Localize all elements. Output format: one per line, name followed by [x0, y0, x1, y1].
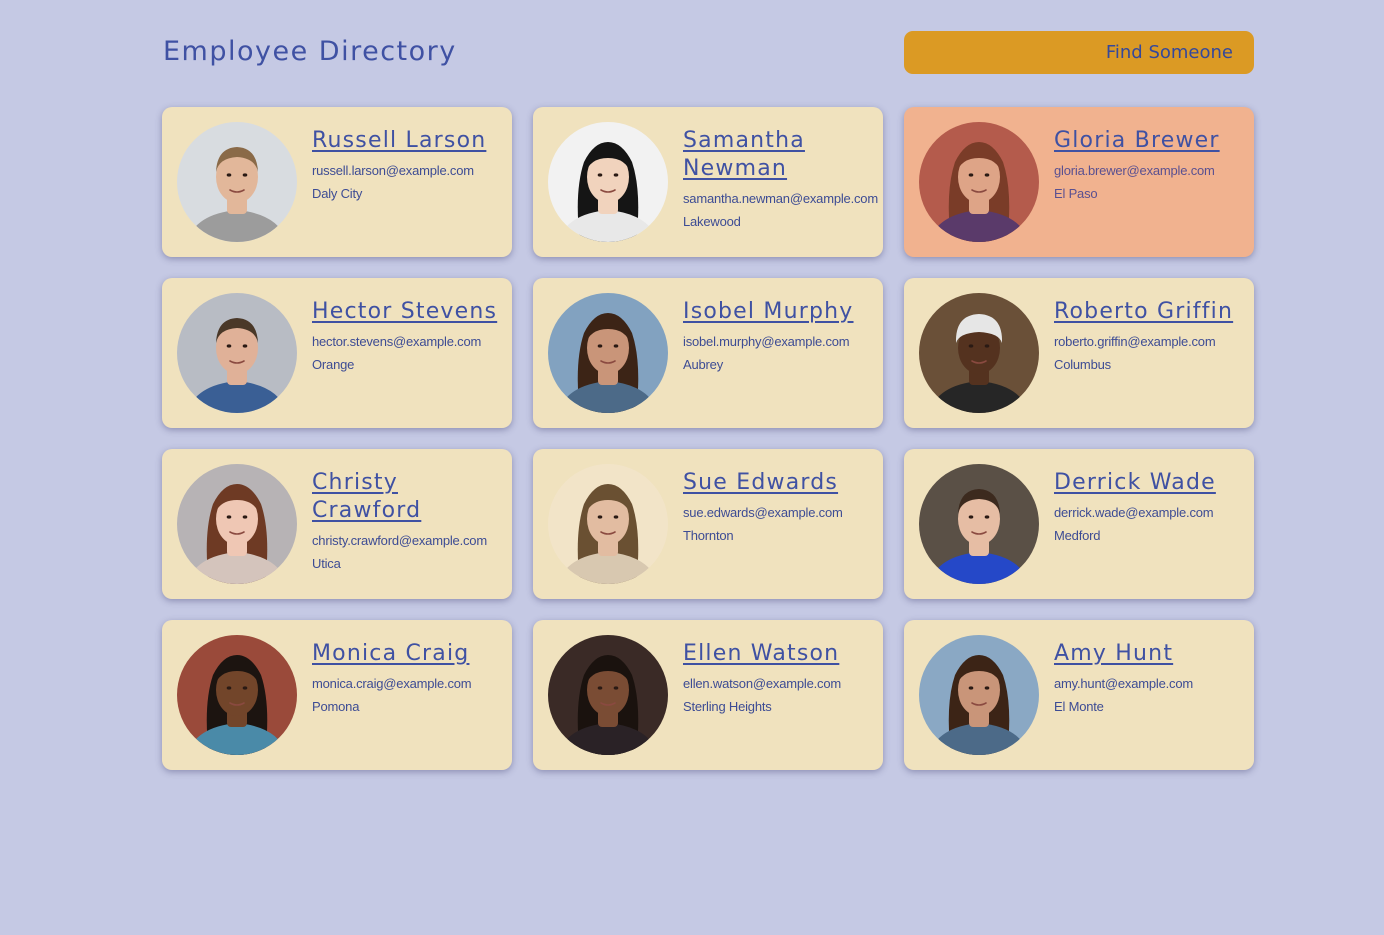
avatar — [919, 464, 1039, 584]
employee-city: Daly City — [312, 186, 363, 201]
employee-email: amy.hunt@example.com — [1054, 676, 1194, 691]
employee-name-link[interactable]: Monica Craig — [312, 640, 512, 668]
employee-city: El Paso — [1054, 186, 1098, 201]
employee-email: hector.stevens@example.com — [312, 334, 482, 349]
employee-info: Roberto Griffin roberto.griffin@example.… — [1054, 298, 1254, 376]
employee-name-link[interactable]: Sue Edwards — [683, 469, 883, 497]
avatar — [177, 464, 297, 584]
employee-info: Christy Crawford christy.crawford@exampl… — [312, 469, 512, 575]
employee-card: Hector Stevens hector.stevens@example.co… — [162, 278, 512, 428]
avatar-portrait — [919, 122, 1039, 242]
employee-city: Thornton — [683, 528, 734, 543]
employee-name-link[interactable]: Hector Stevens — [312, 298, 512, 326]
employee-info: Samantha Newman samantha.newman@example.… — [683, 127, 883, 233]
employee-name-link[interactable]: Gloria Brewer — [1054, 127, 1254, 155]
avatar — [548, 293, 668, 413]
employee-name-link[interactable]: Christy Crawford — [312, 469, 512, 525]
employee-name-link[interactable]: Isobel Murphy — [683, 298, 883, 326]
avatar — [919, 122, 1039, 242]
employee-info: Gloria Brewer gloria.brewer@example.com … — [1054, 127, 1254, 205]
avatar-portrait — [177, 464, 297, 584]
employee-info: Monica Craig monica.craig@example.com Po… — [312, 640, 512, 718]
employee-email: samantha.newman@example.com — [683, 191, 878, 206]
avatar-portrait — [177, 122, 297, 242]
avatar — [177, 293, 297, 413]
avatar — [177, 635, 297, 755]
employee-info: Amy Hunt amy.hunt@example.com El Monte — [1054, 640, 1254, 718]
avatar — [919, 635, 1039, 755]
employee-card: Gloria Brewer gloria.brewer@example.com … — [904, 107, 1254, 257]
avatar-portrait — [548, 464, 668, 584]
search-input[interactable] — [904, 31, 1254, 74]
employee-email: monica.craig@example.com — [312, 676, 472, 691]
employee-name-link[interactable]: Derrick Wade — [1054, 469, 1254, 497]
employee-info: Derrick Wade derrick.wade@example.com Me… — [1054, 469, 1254, 547]
employee-city: Medford — [1054, 528, 1101, 543]
employee-email: christy.crawford@example.com — [312, 533, 487, 548]
avatar — [548, 122, 668, 242]
directory-container: Employee Directory Russell Larson russel… — [162, 0, 1254, 770]
employee-email: roberto.griffin@example.com — [1054, 334, 1216, 349]
employee-info: Ellen Watson ellen.watson@example.com St… — [683, 640, 883, 718]
employee-card: Roberto Griffin roberto.griffin@example.… — [904, 278, 1254, 428]
employee-card: Christy Crawford christy.crawford@exampl… — [162, 449, 512, 599]
employee-card: Sue Edwards sue.edwards@example.com Thor… — [533, 449, 883, 599]
avatar-portrait — [919, 635, 1039, 755]
employee-info: Russell Larson russell.larson@example.co… — [312, 127, 512, 205]
employee-email: derrick.wade@example.com — [1054, 505, 1214, 520]
avatar — [177, 122, 297, 242]
employee-name-link[interactable]: Amy Hunt — [1054, 640, 1254, 668]
employee-city: Columbus — [1054, 357, 1111, 372]
employee-info: Sue Edwards sue.edwards@example.com Thor… — [683, 469, 883, 547]
employee-email: russell.larson@example.com — [312, 163, 474, 178]
avatar-portrait — [548, 635, 668, 755]
employee-card: Ellen Watson ellen.watson@example.com St… — [533, 620, 883, 770]
avatar-portrait — [919, 293, 1039, 413]
employee-city: Orange — [312, 357, 355, 372]
page-title: Employee Directory — [163, 36, 457, 67]
employee-email: isobel.murphy@example.com — [683, 334, 850, 349]
avatar — [548, 635, 668, 755]
employee-name-link[interactable]: Ellen Watson — [683, 640, 883, 668]
avatar-portrait — [177, 635, 297, 755]
avatar — [548, 464, 668, 584]
employee-email: gloria.brewer@example.com — [1054, 163, 1215, 178]
employee-name-link[interactable]: Samantha Newman — [683, 127, 883, 183]
avatar-portrait — [919, 464, 1039, 584]
employee-name-link[interactable]: Russell Larson — [312, 127, 512, 155]
employee-card: Russell Larson russell.larson@example.co… — [162, 107, 512, 257]
avatar-portrait — [177, 293, 297, 413]
employee-city: Aubrey — [683, 357, 723, 372]
avatar-portrait — [548, 293, 668, 413]
employee-city: Utica — [312, 556, 341, 571]
avatar — [919, 293, 1039, 413]
employee-card: Monica Craig monica.craig@example.com Po… — [162, 620, 512, 770]
header: Employee Directory — [162, 0, 1254, 107]
employee-city: Pomona — [312, 699, 360, 714]
employee-name-link[interactable]: Roberto Griffin — [1054, 298, 1254, 326]
employee-grid: Russell Larson russell.larson@example.co… — [162, 107, 1254, 770]
employee-info: Isobel Murphy isobel.murphy@example.com … — [683, 298, 883, 376]
employee-card: Isobel Murphy isobel.murphy@example.com … — [533, 278, 883, 428]
employee-info: Hector Stevens hector.stevens@example.co… — [312, 298, 512, 376]
employee-card: Samantha Newman samantha.newman@example.… — [533, 107, 883, 257]
employee-city: Sterling Heights — [683, 699, 772, 714]
employee-card: Amy Hunt amy.hunt@example.com El Monte — [904, 620, 1254, 770]
employee-city: Lakewood — [683, 214, 741, 229]
avatar-portrait — [548, 122, 668, 242]
employee-email: ellen.watson@example.com — [683, 676, 841, 691]
employee-city: El Monte — [1054, 699, 1104, 714]
employee-email: sue.edwards@example.com — [683, 505, 843, 520]
employee-card: Derrick Wade derrick.wade@example.com Me… — [904, 449, 1254, 599]
